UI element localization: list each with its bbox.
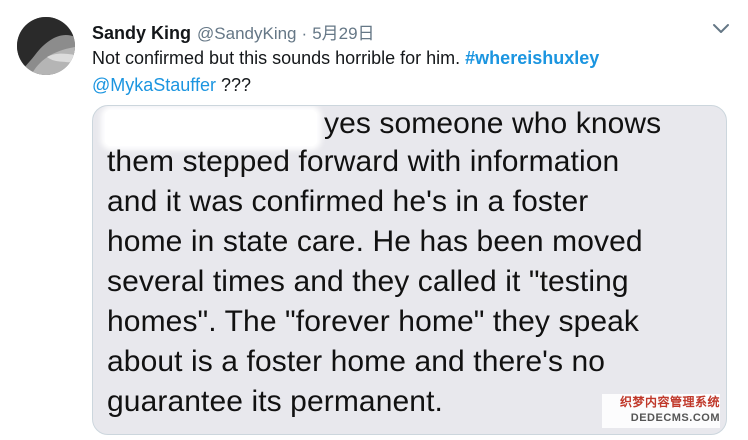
tweet-text-body: Not confirmed but this sounds horrible f… — [92, 48, 466, 68]
attached-screenshot[interactable]: yes someone who knows them stepped forwa… — [92, 105, 727, 435]
watermark-line1: 织梦内容管理系统 — [619, 395, 720, 409]
tweet-text: Not confirmed but this sounds horrible f… — [92, 45, 732, 99]
watermark: 织梦内容管理系统 DEDECMS.COM — [602, 394, 720, 428]
author-handle[interactable]: @SandyKing — [197, 24, 297, 44]
header-separator: · — [301, 24, 308, 43]
avatar-image — [17, 17, 75, 75]
screenshot-text-line: yes someone who knows — [324, 107, 662, 140]
screenshot-text-line: homes". The "forever home" they speak — [107, 305, 640, 338]
tweet-header: Sandy King @SandyKing · 5月29日 — [92, 19, 708, 43]
hashtag-link[interactable]: #whereishuxley — [465, 48, 599, 68]
screenshot-text-line: home in state care. He has been moved — [107, 225, 643, 258]
chevron-down-icon[interactable] — [712, 22, 730, 36]
watermark-line2: DEDECMS.COM — [630, 412, 720, 424]
screenshot-text-line: them stepped forward with information — [107, 145, 620, 178]
avatar[interactable] — [17, 17, 75, 75]
redacted-name — [105, 110, 317, 146]
author-name[interactable]: Sandy King — [92, 23, 191, 44]
screenshot-text-line: and it was confirmed he's in a foster — [107, 185, 589, 218]
screenshot-text-line: several times and they called it "testin… — [107, 265, 629, 298]
mention-link[interactable]: @MykaStauffer — [92, 75, 216, 95]
tweet-date[interactable]: 5月29日 — [312, 19, 374, 44]
tweet-text-tail: ??? — [216, 75, 252, 95]
screenshot-text-line: about is a foster home and there's no — [107, 345, 606, 378]
